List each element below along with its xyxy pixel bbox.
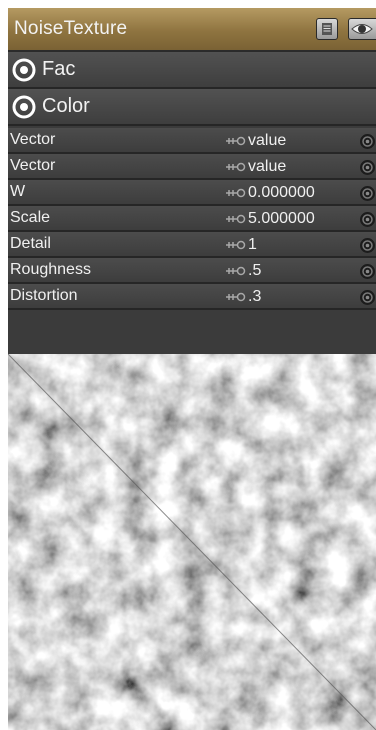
input-socket-icon[interactable] xyxy=(359,237,376,259)
plug-connector-icon xyxy=(226,160,246,178)
input-label: Vector xyxy=(10,157,56,174)
input-socket-icon[interactable] xyxy=(359,133,376,155)
input-value[interactable]: .3 xyxy=(248,288,261,306)
plug-connector-icon xyxy=(226,238,246,256)
input-label: Vector xyxy=(10,131,56,148)
output-color[interactable]: Color xyxy=(8,89,376,126)
list-view-icon[interactable] xyxy=(316,18,338,40)
node-title: NoiseTexture xyxy=(14,18,128,39)
input-row-roughness[interactable]: Roughness .5 xyxy=(8,258,376,284)
input-value[interactable]: 5.000000 xyxy=(248,210,315,228)
input-row-distortion[interactable]: Distortion .3 xyxy=(8,284,376,310)
input-row-vector[interactable]: Vector value xyxy=(8,128,376,154)
input-socket-icon[interactable] xyxy=(359,263,376,285)
input-row-detail[interactable]: Detail 1 xyxy=(8,232,376,258)
input-socket-icon[interactable] xyxy=(359,159,376,181)
input-value[interactable]: .5 xyxy=(248,262,261,280)
noise-texture-preview xyxy=(8,354,376,730)
input-value[interactable]: value xyxy=(248,132,286,150)
eye-preview-icon[interactable] xyxy=(348,18,376,40)
input-socket-icon[interactable] xyxy=(359,185,376,207)
input-label: Detail xyxy=(10,235,51,252)
input-label: Roughness xyxy=(10,261,91,278)
input-socket-icon[interactable] xyxy=(359,289,376,311)
input-value[interactable]: 1 xyxy=(248,236,257,254)
output-socket-icon[interactable] xyxy=(12,58,36,87)
plug-connector-icon xyxy=(226,134,246,152)
input-label: W xyxy=(10,183,26,200)
input-row-scale[interactable]: Scale 5.000000 xyxy=(8,206,376,232)
output-label: Fac xyxy=(42,58,76,80)
input-label: Scale xyxy=(10,209,51,226)
input-value[interactable]: 0.000000 xyxy=(248,184,315,202)
plug-connector-icon xyxy=(226,186,246,204)
input-row-w[interactable]: W 0.000000 xyxy=(8,180,376,206)
output-socket-icon[interactable] xyxy=(12,95,36,124)
plug-connector-icon xyxy=(226,212,246,230)
plug-connector-icon xyxy=(226,290,246,308)
noise-texture-node[interactable]: NoiseTexture Fac Color Vector value Vect… xyxy=(8,8,376,730)
plug-connector-icon xyxy=(226,264,246,282)
input-label: Distortion xyxy=(10,287,78,304)
node-header[interactable]: NoiseTexture xyxy=(8,8,376,52)
input-value[interactable]: value xyxy=(248,158,286,176)
input-row-vector[interactable]: Vector value xyxy=(8,154,376,180)
output-fac[interactable]: Fac xyxy=(8,52,376,89)
input-socket-icon[interactable] xyxy=(359,211,376,233)
output-label: Color xyxy=(42,95,90,117)
